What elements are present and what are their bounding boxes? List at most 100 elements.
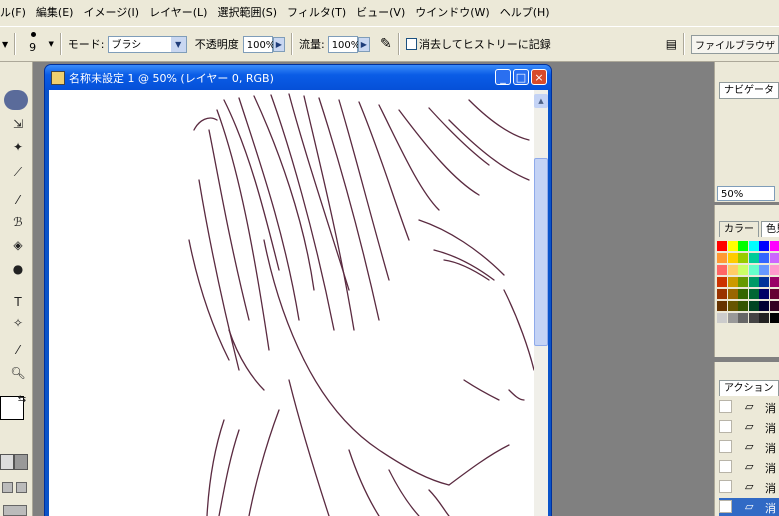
color-swatch[interactable]	[748, 313, 759, 323]
file-browser-tab[interactable]: ファイルブラウザ	[691, 34, 779, 54]
color-swatch[interactable]	[717, 301, 727, 311]
color-swatch[interactable]	[717, 265, 727, 275]
color-swatch[interactable]	[759, 289, 769, 299]
chevron-down-icon[interactable]: ▼	[170, 36, 186, 52]
color-swatch[interactable]	[769, 253, 779, 263]
menu-window[interactable]: ウインドウ(W)	[410, 0, 494, 26]
jump-to-imageready-button[interactable]	[3, 505, 27, 516]
color-swatch[interactable]	[759, 313, 769, 323]
color-swatch[interactable]	[748, 289, 759, 299]
action-checkbox[interactable]	[719, 420, 732, 433]
action-row[interactable]: ▱ 消	[719, 438, 779, 458]
screen-mode-standard-button[interactable]	[2, 482, 13, 493]
color-swatch[interactable]	[748, 277, 759, 287]
menu-select[interactable]: 選択範囲(S)	[212, 0, 282, 26]
dodge-tool-icon[interactable]: ●	[10, 261, 26, 277]
flow-slider-arrow-icon[interactable]: ▶	[357, 36, 370, 52]
tab-color-swatches[interactable]: 色見	[761, 221, 779, 237]
color-swatch[interactable]	[769, 277, 779, 287]
action-checkbox[interactable]	[719, 500, 732, 513]
color-swatch[interactable]	[738, 289, 748, 299]
mode-select[interactable]: ブラシ ▼	[107, 35, 187, 53]
vertical-scrollbar[interactable]: ▲	[534, 90, 548, 516]
color-swatch[interactable]	[748, 301, 759, 311]
color-swatch[interactable]	[759, 277, 769, 287]
zoom-tool-icon[interactable]: 🔍︎	[10, 365, 26, 381]
color-swatch[interactable]	[727, 265, 738, 275]
color-swatch[interactable]	[738, 253, 748, 263]
action-checkbox[interactable]	[719, 480, 732, 493]
screen-mode-full-button[interactable]	[16, 482, 27, 493]
opacity-input[interactable]: 100%	[242, 35, 275, 53]
maximize-button[interactable]: □	[513, 69, 529, 85]
color-swatch[interactable]	[727, 241, 738, 251]
type-tool-icon[interactable]: T	[10, 294, 26, 310]
airbrush-icon[interactable]: ✎	[380, 36, 392, 52]
color-swatch[interactable]	[727, 289, 738, 299]
document-title-bar[interactable]: 名称未設定 1 @ 50% (レイヤー 0, RGB) _ □ ×	[45, 65, 551, 90]
color-swatch[interactable]	[769, 265, 779, 275]
move-tool-icon[interactable]: ⇲	[10, 116, 26, 132]
action-checkbox[interactable]	[719, 400, 732, 413]
action-row-selected[interactable]: ▱ 消	[719, 498, 779, 516]
scrollbar-thumb[interactable]	[534, 158, 548, 346]
navigator-zoom-input[interactable]: 50%	[717, 186, 775, 201]
menu-image[interactable]: イメージ(I)	[78, 0, 144, 26]
brush-tool-icon[interactable]: ⁄	[10, 192, 26, 208]
custom-shape-tool-icon[interactable]: ✧	[10, 315, 26, 331]
action-row[interactable]: ▱ 消	[719, 398, 779, 418]
image-canvas[interactable]	[49, 90, 534, 516]
color-swatch[interactable]	[717, 289, 727, 299]
swap-colors-icon[interactable]: ⇆	[14, 392, 30, 408]
menu-view[interactable]: ビュー(V)	[351, 0, 410, 26]
color-swatch[interactable]	[769, 241, 779, 251]
action-checkbox[interactable]	[719, 460, 732, 473]
color-swatch[interactable]	[759, 241, 769, 251]
tab-navigator[interactable]: ナビゲータ	[719, 82, 779, 98]
color-swatch[interactable]	[738, 313, 748, 323]
color-swatch[interactable]	[738, 265, 748, 275]
erase-history-checkbox[interactable]	[405, 38, 418, 50]
color-swatch[interactable]	[727, 277, 738, 287]
opacity-slider-arrow-icon[interactable]: ▶	[272, 36, 286, 52]
color-swatch[interactable]	[748, 253, 759, 263]
color-swatch[interactable]	[759, 265, 769, 275]
color-swatch[interactable]	[717, 277, 727, 287]
brush-size-picker[interactable]: 9	[22, 29, 46, 59]
action-row[interactable]: ▱ 消	[719, 418, 779, 438]
history-brush-tool-icon[interactable]: ℬ	[10, 214, 26, 230]
color-swatch[interactable]	[727, 253, 738, 263]
tool-preset-arrow-icon[interactable]: ▼	[2, 40, 8, 49]
scroll-up-arrow-icon[interactable]: ▲	[534, 94, 548, 108]
color-swatch[interactable]	[738, 241, 748, 251]
menu-edit[interactable]: 編集(E)	[31, 0, 79, 26]
color-swatch[interactable]	[727, 301, 738, 311]
quick-mask-off-button[interactable]	[0, 454, 14, 470]
color-swatch[interactable]	[738, 301, 748, 311]
quick-mask-on-button[interactable]	[14, 454, 28, 470]
color-swatch[interactable]	[769, 301, 779, 311]
tab-actions[interactable]: アクション	[719, 380, 779, 396]
magic-wand-tool-icon[interactable]: ✦	[10, 139, 26, 155]
slice-tool-icon[interactable]: ⟋	[10, 164, 26, 180]
minimize-button[interactable]: _	[495, 69, 511, 85]
brush-dropdown-arrow-icon[interactable]: ▼	[48, 40, 53, 48]
eyedropper-tool-icon[interactable]: ⁄	[10, 342, 26, 358]
color-swatch[interactable]	[748, 265, 759, 275]
menu-file[interactable]: ル(F)	[0, 0, 31, 26]
palette-well-icon[interactable]: ▤	[666, 37, 677, 51]
action-checkbox[interactable]	[719, 440, 732, 453]
tab-color[interactable]: カラー	[719, 221, 759, 237]
flow-input[interactable]: 100%	[327, 35, 360, 53]
action-row[interactable]: ▱ 消	[719, 478, 779, 498]
color-swatch[interactable]	[759, 301, 769, 311]
color-swatch[interactable]	[738, 277, 748, 287]
color-swatch[interactable]	[717, 253, 727, 263]
color-swatch[interactable]	[759, 253, 769, 263]
menu-layer[interactable]: レイヤー(L)	[144, 0, 212, 26]
menu-filter[interactable]: フィルタ(T)	[282, 0, 351, 26]
close-button[interactable]: ×	[531, 69, 547, 85]
color-swatch[interactable]	[727, 313, 738, 323]
paint-bucket-tool-icon[interactable]: ◈	[10, 237, 26, 253]
color-swatch[interactable]	[748, 241, 759, 251]
